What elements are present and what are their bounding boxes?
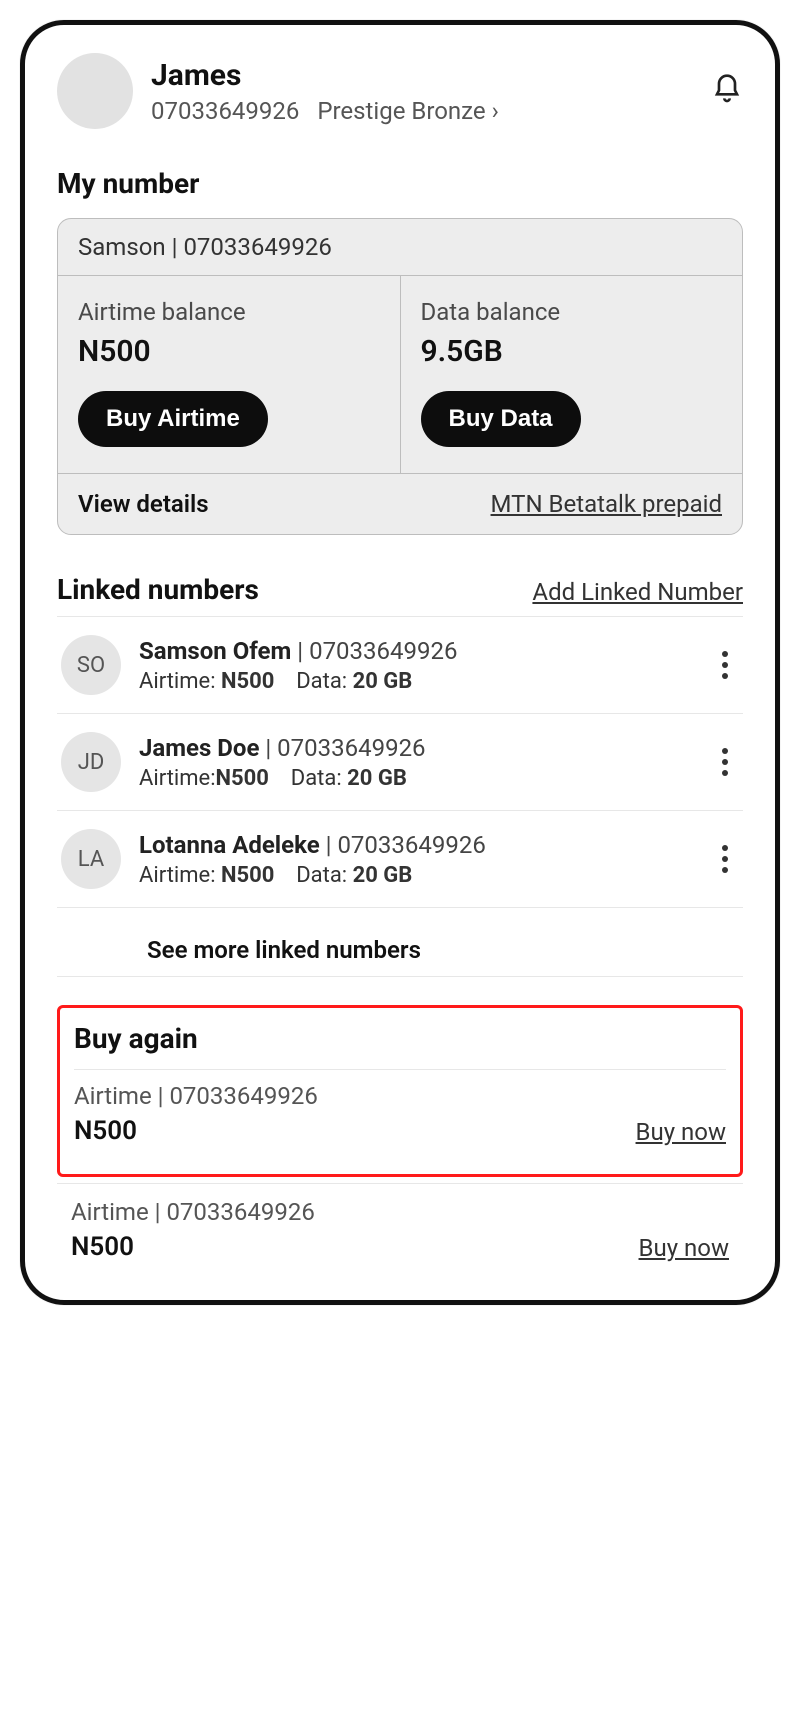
app-screen: James 07033649926 Prestige Bronze › My n… <box>20 20 780 1305</box>
buy-again-highlight: Buy again Airtime | 07033649926 N500 Buy… <box>57 1005 743 1177</box>
linked-phone: 07033649926 <box>337 831 485 859</box>
linked-row[interactable]: LA Lotanna Adeleke | 07033649926 Airtime… <box>57 811 743 908</box>
user-name: James <box>151 58 499 93</box>
buy-airtime-button[interactable]: Buy Airtime <box>78 391 268 447</box>
header-subline: 07033649926 Prestige Bronze › <box>151 97 499 125</box>
see-more-linked-link[interactable]: See more linked numbers <box>57 908 743 976</box>
linked-row-title: Samson Ofem | 07033649926 <box>139 637 693 665</box>
linked-header: Linked numbers Add Linked Number <box>57 573 743 606</box>
linked-name: Samson Ofem <box>139 637 291 665</box>
tier-label: Prestige Bronze <box>317 97 485 125</box>
buy-again-row: Airtime | 07033649926 N500 Buy now <box>57 1183 743 1272</box>
airtime-balance-label: Airtime balance <box>78 298 380 326</box>
chevron-right-icon: › <box>492 97 499 125</box>
linked-title: Linked numbers <box>57 573 259 606</box>
avatar-initials: JD <box>61 732 121 792</box>
linked-name: Lotanna Adeleke <box>139 831 320 859</box>
row-menu-button[interactable] <box>711 845 739 873</box>
linked-name: James Doe <box>139 734 259 762</box>
tier-link[interactable]: Prestige Bronze › <box>317 97 498 125</box>
linked-row-sub: Airtime: N500 Data: 20 GB <box>139 669 693 694</box>
avatar-initials: SO <box>61 635 121 695</box>
buy-data-button[interactable]: Buy Data <box>421 391 581 447</box>
buy-again-desc: Airtime | 07033649926 <box>74 1082 318 1110</box>
my-number-card: Samson | 07033649926 Airtime balance N50… <box>57 218 743 535</box>
data-balance-label: Data balance <box>421 298 723 326</box>
linked-row[interactable]: JD James Doe | 07033649926 Airtime:N500 … <box>57 714 743 811</box>
buy-again-left: Airtime | 07033649926 N500 <box>74 1082 318 1146</box>
view-details-link[interactable]: View details <box>78 490 209 518</box>
row-menu-button[interactable] <box>711 748 739 776</box>
airtime-balance-block: Airtime balance N500 Buy Airtime <box>58 276 400 473</box>
linked-phone: 07033649926 <box>309 637 457 665</box>
notifications-button[interactable] <box>711 73 743 109</box>
linked-row-title: Lotanna Adeleke | 07033649926 <box>139 831 693 859</box>
linked-phone: 07033649926 <box>277 734 425 762</box>
buy-again-left: Airtime | 07033649926 N500 <box>71 1198 315 1262</box>
header-info: James 07033649926 Prestige Bronze › <box>151 58 499 125</box>
bell-icon <box>711 73 743 105</box>
avatar[interactable] <box>57 53 133 129</box>
row-menu-button[interactable] <box>711 651 739 679</box>
buy-now-link[interactable]: Buy now <box>639 1234 729 1262</box>
linked-row-main: James Doe | 07033649926 Airtime:N500 Dat… <box>139 734 693 791</box>
linked-list: SO Samson Ofem | 07033649926 Airtime: N5… <box>57 616 743 908</box>
header: James 07033649926 Prestige Bronze › <box>57 53 743 129</box>
plan-link[interactable]: MTN Betatalk prepaid <box>491 490 722 518</box>
airtime-balance-value: N500 <box>78 334 380 369</box>
buy-again-amount: N500 <box>71 1232 315 1262</box>
balances: Airtime balance N500 Buy Airtime Data ba… <box>58 276 742 473</box>
data-balance-block: Data balance 9.5GB Buy Data <box>400 276 743 473</box>
linked-row-title: James Doe | 07033649926 <box>139 734 693 762</box>
buy-again-desc: Airtime | 07033649926 <box>71 1198 315 1226</box>
add-linked-number-link[interactable]: Add Linked Number <box>532 578 743 606</box>
my-number-owner: Samson | 07033649926 <box>58 219 742 276</box>
avatar-initials: LA <box>61 829 121 889</box>
buy-again-section: Buy again Airtime | 07033649926 N500 Buy… <box>57 1005 743 1272</box>
my-number-title: My number <box>57 167 743 200</box>
buy-again-amount: N500 <box>74 1116 318 1146</box>
linked-row-main: Samson Ofem | 07033649926 Airtime: N500 … <box>139 637 693 694</box>
user-phone: 07033649926 <box>151 97 299 125</box>
buy-again-row: Airtime | 07033649926 N500 Buy now <box>74 1069 726 1160</box>
buy-again-title: Buy again <box>74 1022 726 1055</box>
linked-row-main: Lotanna Adeleke | 07033649926 Airtime: N… <box>139 831 693 888</box>
data-balance-value: 9.5GB <box>421 334 723 369</box>
linked-row-sub: Airtime: N500 Data: 20 GB <box>139 863 693 888</box>
linked-row-sub: Airtime:N500 Data: 20 GB <box>139 766 693 791</box>
buy-now-link[interactable]: Buy now <box>636 1118 726 1146</box>
my-number-footer: View details MTN Betatalk prepaid <box>58 473 742 534</box>
linked-row[interactable]: SO Samson Ofem | 07033649926 Airtime: N5… <box>57 617 743 714</box>
